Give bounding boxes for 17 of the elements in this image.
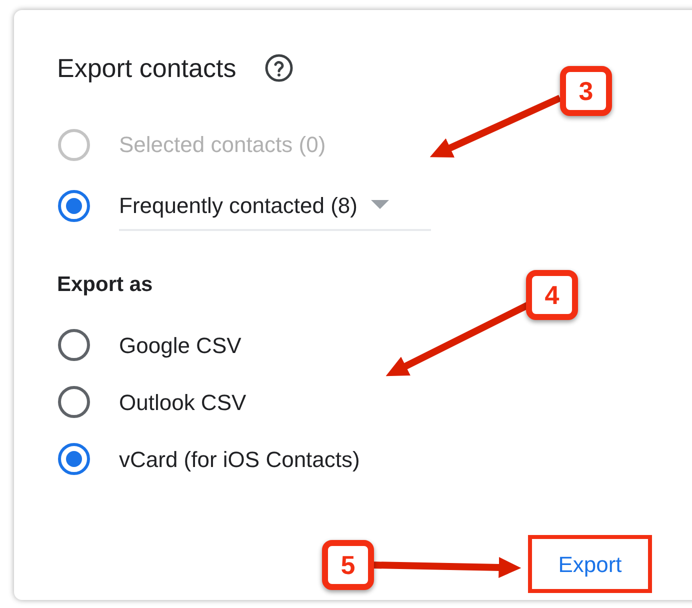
help-icon[interactable] [264,53,294,83]
radio-label: Google CSV [119,332,242,360]
radio-button[interactable] [58,329,90,361]
caret-icon [371,200,390,210]
step-number-badge: 4 [526,270,578,320]
section-heading: Export as [57,273,153,296]
radio-label: Selected contacts (0) [119,131,326,159]
step-number-badge: 5 [322,540,374,590]
radio-button[interactable] [58,386,90,418]
dialog-title: Export contacts [57,52,236,84]
export-button[interactable]: Export [528,535,652,593]
contact-group-dropdown[interactable]: Frequently contacted (8) [119,181,431,231]
radio-label: vCard (for iOS Contacts) [119,446,360,474]
radio-button[interactable] [58,443,90,475]
radio-label: Outlook CSV [119,388,246,416]
step-number-badge: 3 [560,66,612,116]
radio-button[interactable] [58,190,90,222]
